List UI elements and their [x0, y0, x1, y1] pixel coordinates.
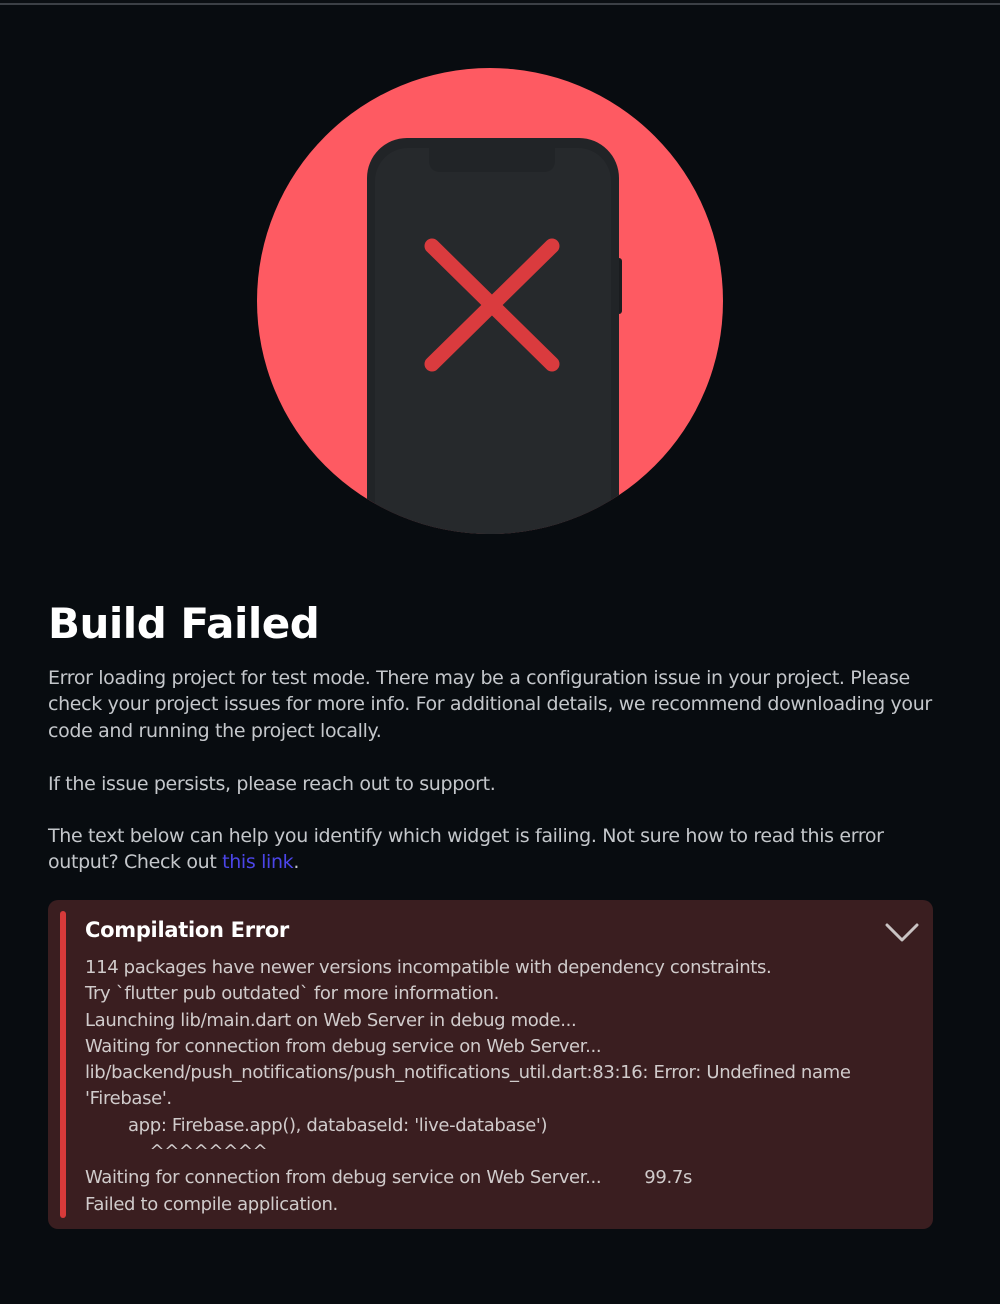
collapse-toggle-button[interactable]	[884, 918, 920, 946]
page-title: Build Failed	[48, 599, 320, 648]
error-description: Error loading project for test mode. The…	[48, 667, 932, 742]
phone-screen	[375, 148, 611, 534]
error-panel-title: Compilation Error	[85, 918, 289, 942]
help-text-prefix: The text below can help you identify whi…	[48, 825, 884, 874]
support-note: If the issue persists, please reach out …	[48, 773, 496, 795]
compilation-error-panel: Compilation Error 114 packages have newe…	[48, 900, 933, 1229]
help-text-suffix: .	[293, 851, 300, 874]
error-accent-bar	[60, 911, 66, 1218]
help-link[interactable]: this link	[222, 851, 294, 873]
chevron-down-icon	[885, 923, 919, 942]
phone-notch	[429, 148, 555, 172]
error-log-output: 114 packages have newer versions incompa…	[85, 957, 851, 1215]
phone-error-icon	[257, 68, 723, 534]
help-text: The text below can help you identify whi…	[48, 823, 948, 876]
top-border	[0, 0, 1000, 5]
